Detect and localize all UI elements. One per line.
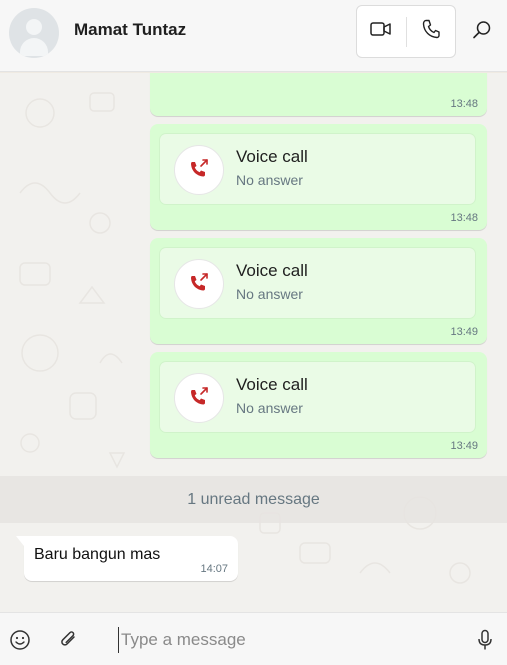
outgoing-call-bubble[interactable]: Voice call No answer 13:48 bbox=[150, 124, 487, 230]
missed-call-icon-circle bbox=[174, 259, 224, 309]
emoji-button[interactable] bbox=[8, 629, 32, 656]
call-card[interactable]: Voice call No answer bbox=[160, 248, 475, 318]
message-time: 13:49 bbox=[450, 326, 478, 338]
search-button[interactable] bbox=[470, 20, 494, 44]
paperclip-icon bbox=[58, 629, 80, 656]
unread-messages-divider: 1 unread message bbox=[0, 476, 507, 523]
chat-header: Mamat Tuntaz bbox=[0, 0, 507, 72]
search-icon bbox=[472, 20, 492, 45]
call-status: No answer bbox=[236, 286, 303, 302]
message-input[interactable] bbox=[118, 627, 458, 653]
outgoing-missed-call-icon bbox=[187, 384, 211, 413]
call-status: No answer bbox=[236, 172, 303, 188]
message-time: 13:48 bbox=[450, 98, 478, 110]
phone-icon bbox=[422, 19, 440, 44]
video-call-button[interactable] bbox=[357, 6, 406, 57]
unread-count-label: 1 unread message bbox=[187, 490, 320, 508]
missed-call-icon-circle bbox=[174, 145, 224, 195]
call-card[interactable]: Voice call No answer bbox=[160, 134, 475, 204]
call-title: Voice call bbox=[236, 261, 308, 280]
call-buttons-group bbox=[356, 5, 456, 58]
message-composer bbox=[0, 612, 507, 665]
outgoing-missed-call-icon bbox=[187, 156, 211, 185]
video-camera-icon bbox=[370, 21, 392, 42]
emoji-icon bbox=[9, 629, 31, 656]
avatar-head-shape bbox=[26, 19, 42, 35]
message-list[interactable]: 13:48 Voice call No answer 13:48 Voice c… bbox=[0, 73, 507, 612]
voice-message-button[interactable] bbox=[473, 629, 497, 656]
message-time: 13:48 bbox=[450, 212, 478, 224]
message-time: 14:07 bbox=[200, 563, 228, 575]
outgoing-call-bubble[interactable]: Voice call No answer 13:49 bbox=[150, 352, 487, 458]
outgoing-missed-call-icon bbox=[187, 270, 211, 299]
attach-button[interactable] bbox=[57, 630, 81, 654]
incoming-message-bubble[interactable]: Baru bangun mas 14:07 bbox=[16, 536, 238, 581]
contact-name[interactable]: Mamat Tuntaz bbox=[74, 20, 186, 40]
message-time: 13:49 bbox=[450, 440, 478, 452]
call-title: Voice call bbox=[236, 375, 308, 394]
microphone-icon bbox=[476, 629, 494, 656]
outgoing-call-bubble[interactable]: 13:48 bbox=[150, 73, 487, 116]
call-card[interactable]: Voice call No answer bbox=[160, 362, 475, 432]
avatar-body-shape bbox=[20, 38, 48, 56]
call-status: No answer bbox=[236, 400, 303, 416]
missed-call-icon-circle bbox=[174, 373, 224, 423]
outgoing-call-bubble[interactable]: Voice call No answer 13:49 bbox=[150, 238, 487, 344]
voice-call-button[interactable] bbox=[407, 6, 456, 57]
call-title: Voice call bbox=[236, 147, 308, 166]
message-text: Baru bangun mas bbox=[34, 546, 161, 563]
contact-avatar[interactable] bbox=[9, 8, 59, 58]
